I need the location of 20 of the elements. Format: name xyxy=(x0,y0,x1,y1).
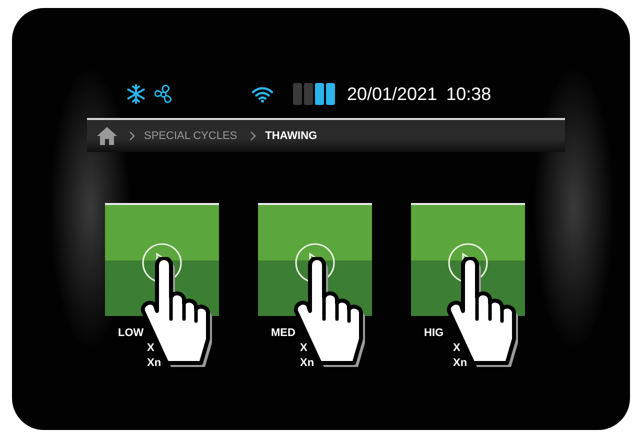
breadcrumb-link[interactable]: SPECIAL CYCLES xyxy=(144,130,238,142)
breadcrumb-link[interactable]: THAWING xyxy=(265,130,318,142)
signal-bars-icon xyxy=(293,83,337,105)
fan-icon xyxy=(153,84,174,104)
cycle-label: MED xyxy=(271,327,296,339)
chevron-icon xyxy=(250,131,256,141)
cycle-detail: Xn xyxy=(300,357,314,369)
cycle-detail: X xyxy=(147,342,154,354)
date-text: 20/01/2021 xyxy=(347,84,438,104)
chevron-icon xyxy=(129,131,135,141)
cycle-detail: Xn xyxy=(453,357,468,369)
cycle-label: HIG xyxy=(424,327,444,339)
snowflake-icon xyxy=(126,84,146,104)
home-icon[interactable] xyxy=(97,127,117,145)
cycle-detail: X xyxy=(300,342,308,354)
cycle-label: LOW xyxy=(118,327,144,339)
cycle-detail: X xyxy=(453,342,460,354)
wifi-icon xyxy=(251,86,274,102)
cycle-detail: Xn xyxy=(147,357,162,369)
time-text: 10:38 xyxy=(446,84,492,104)
